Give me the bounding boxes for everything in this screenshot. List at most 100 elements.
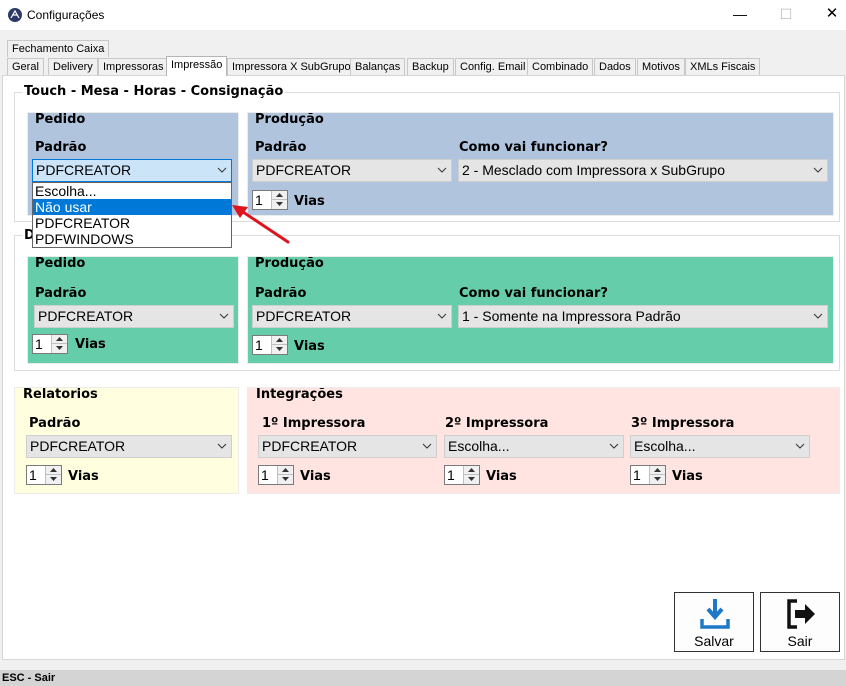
delivery-como-select[interactable]: 1 - Somente na Impressora Padrão [458,305,828,328]
spin-up-icon[interactable] [46,466,61,475]
spin-up-icon[interactable] [278,466,293,475]
delivery-pedido-vias-value: 1 [35,336,43,352]
impressora2-select[interactable]: Escolha... [444,435,624,458]
dropdown-option-pdfwindows[interactable]: PDFWINDOWS [33,231,231,247]
chevron-down-icon [418,436,436,457]
tab-backup[interactable]: Backup [407,58,454,75]
chevron-down-icon [809,160,827,181]
sair-label: Sair [787,633,813,649]
impressora1-vias-label: Vias [300,469,331,484]
integracoes-title: Integrações [256,387,343,402]
relatorios-vias-value: 1 [29,467,37,483]
impressora3-vias-spinner[interactable]: 1 [630,465,666,485]
spinner-arrows [463,466,479,484]
relatorios-vias-label: Vias [68,469,99,484]
spin-up-icon[interactable] [650,466,665,475]
spinner-arrows [271,336,287,354]
tab-delivery[interactable]: Delivery [48,58,98,75]
salvar-button[interactable]: Salvar [674,592,754,652]
touch-producao-padrao-value: PDFCREATOR [256,162,352,178]
spin-up-icon[interactable] [272,191,287,200]
delivery-producao-padrao-value: PDFCREATOR [256,308,352,324]
touch-producao-padrao-select[interactable]: PDFCREATOR [252,159,452,182]
dropdown-option-escolha[interactable]: Escolha... [33,183,231,199]
delivery-pedido-title: Pedido [35,256,86,271]
chevron-down-icon [213,436,231,457]
window-title: Configurações [27,8,105,22]
spin-up-icon[interactable] [52,335,67,344]
impressora2-label: 2º Impressora [445,416,549,431]
feather-logo-icon [8,8,22,22]
delivery-pedido-padrao-value: PDFCREATOR [38,308,134,324]
impressora1-vias-value: 1 [261,467,269,483]
tab-balancas[interactable]: Balanças [350,58,406,75]
chevron-down-icon [791,436,809,457]
dropdown-option-pdfcreator[interactable]: PDFCREATOR [33,215,231,231]
spinner-arrows [51,335,67,353]
impressora3-vias-value: 1 [633,467,641,483]
spin-down-icon[interactable] [272,345,287,354]
tab-impressoras[interactable]: Impressoras [98,58,169,75]
tab-motivos[interactable]: Motivos [637,58,685,75]
touch-group-title: Touch - Mesa - Horas - Consignação [22,84,286,99]
spin-down-icon[interactable] [46,475,61,484]
relatorios-padrao-label: Padrão [29,416,81,431]
delivery-producao-title: Produção [255,256,324,271]
sair-button[interactable]: Sair [760,592,840,652]
delivery-producao-padrao-label: Padrão [255,286,307,301]
tab-config-email[interactable]: Config. Email [455,58,531,75]
impressora3-label: 3º Impressora [631,416,735,431]
touch-pedido-padrao-select[interactable]: PDFCREATOR [32,159,232,182]
chevron-down-icon [605,436,623,457]
maximize-button[interactable]: ☐ [763,0,809,30]
spinner-arrows [277,466,293,484]
tab-xmls-fiscais[interactable]: XMLs Fiscais [685,58,761,75]
delivery-producao-vias-value: 1 [255,337,263,353]
red-arrow-annotation [232,205,290,244]
impressora1-value: PDFCREATOR [262,438,358,454]
impressora1-select[interactable]: PDFCREATOR [258,435,437,458]
spinner-arrows [649,466,665,484]
spin-up-icon[interactable] [464,466,479,475]
tab-impressao[interactable]: Impressão [166,56,228,76]
spin-down-icon[interactable] [464,475,479,484]
delivery-pedido-padrao-select[interactable]: PDFCREATOR [34,305,234,328]
relatorios-vias-spinner[interactable]: 1 [26,465,62,485]
impressora3-value: Escolha... [634,438,696,454]
dropdown-option-nao-usar[interactable]: Não usar [33,199,231,215]
delivery-como-value: 1 - Somente na Impressora Padrão [462,308,681,324]
touch-como-select[interactable]: 2 - Mesclado com Impressora x SubGrupo [458,159,828,182]
chevron-down-icon [809,306,827,327]
tab-geral[interactable]: Geral [7,58,44,75]
impressora2-vias-spinner[interactable]: 1 [444,465,480,485]
delivery-producao-padrao-select[interactable]: PDFCREATOR [252,305,452,328]
touch-como-value: 2 - Mesclado com Impressora x SubGrupo [462,162,725,178]
impressora2-value: Escolha... [448,438,510,454]
tab-combinado[interactable]: Combinado [527,58,594,75]
spin-down-icon[interactable] [650,475,665,484]
impressora2-vias-value: 1 [447,467,455,483]
chevron-down-icon [213,160,231,181]
spin-down-icon[interactable] [278,475,293,484]
spin-down-icon[interactable] [52,344,67,353]
delivery-pedido-vias-spinner[interactable]: 1 [32,334,68,354]
impressora1-vias-spinner[interactable]: 1 [258,465,294,485]
delivery-producao-vias-label: Vias [294,339,325,354]
relatorios-padrao-value: PDFCREATOR [30,438,126,454]
salvar-label: Salvar [694,633,734,649]
delivery-producao-vias-spinner[interactable]: 1 [252,335,288,355]
touch-pedido-title: Pedido [35,112,86,127]
relatorios-padrao-select[interactable]: PDFCREATOR [26,435,232,458]
tab-dados[interactable]: Dados [594,58,636,75]
impressora3-select[interactable]: Escolha... [630,435,810,458]
spin-up-icon[interactable] [272,336,287,345]
touch-producao-vias-label: Vias [294,194,325,209]
impressora1-label: 1º Impressora [262,416,366,431]
minimize-button[interactable]: — [717,0,763,30]
impressora2-vias-label: Vias [486,469,517,484]
delivery-pedido-vias-label: Vias [75,337,106,352]
close-button[interactable]: ✕ [809,0,846,30]
spinner-arrows [45,466,61,484]
tab-impressora-x-subgrupo[interactable]: Impressora X SubGrupo [227,58,356,75]
tab-fechamento-caixa[interactable]: Fechamento Caixa [7,40,110,57]
